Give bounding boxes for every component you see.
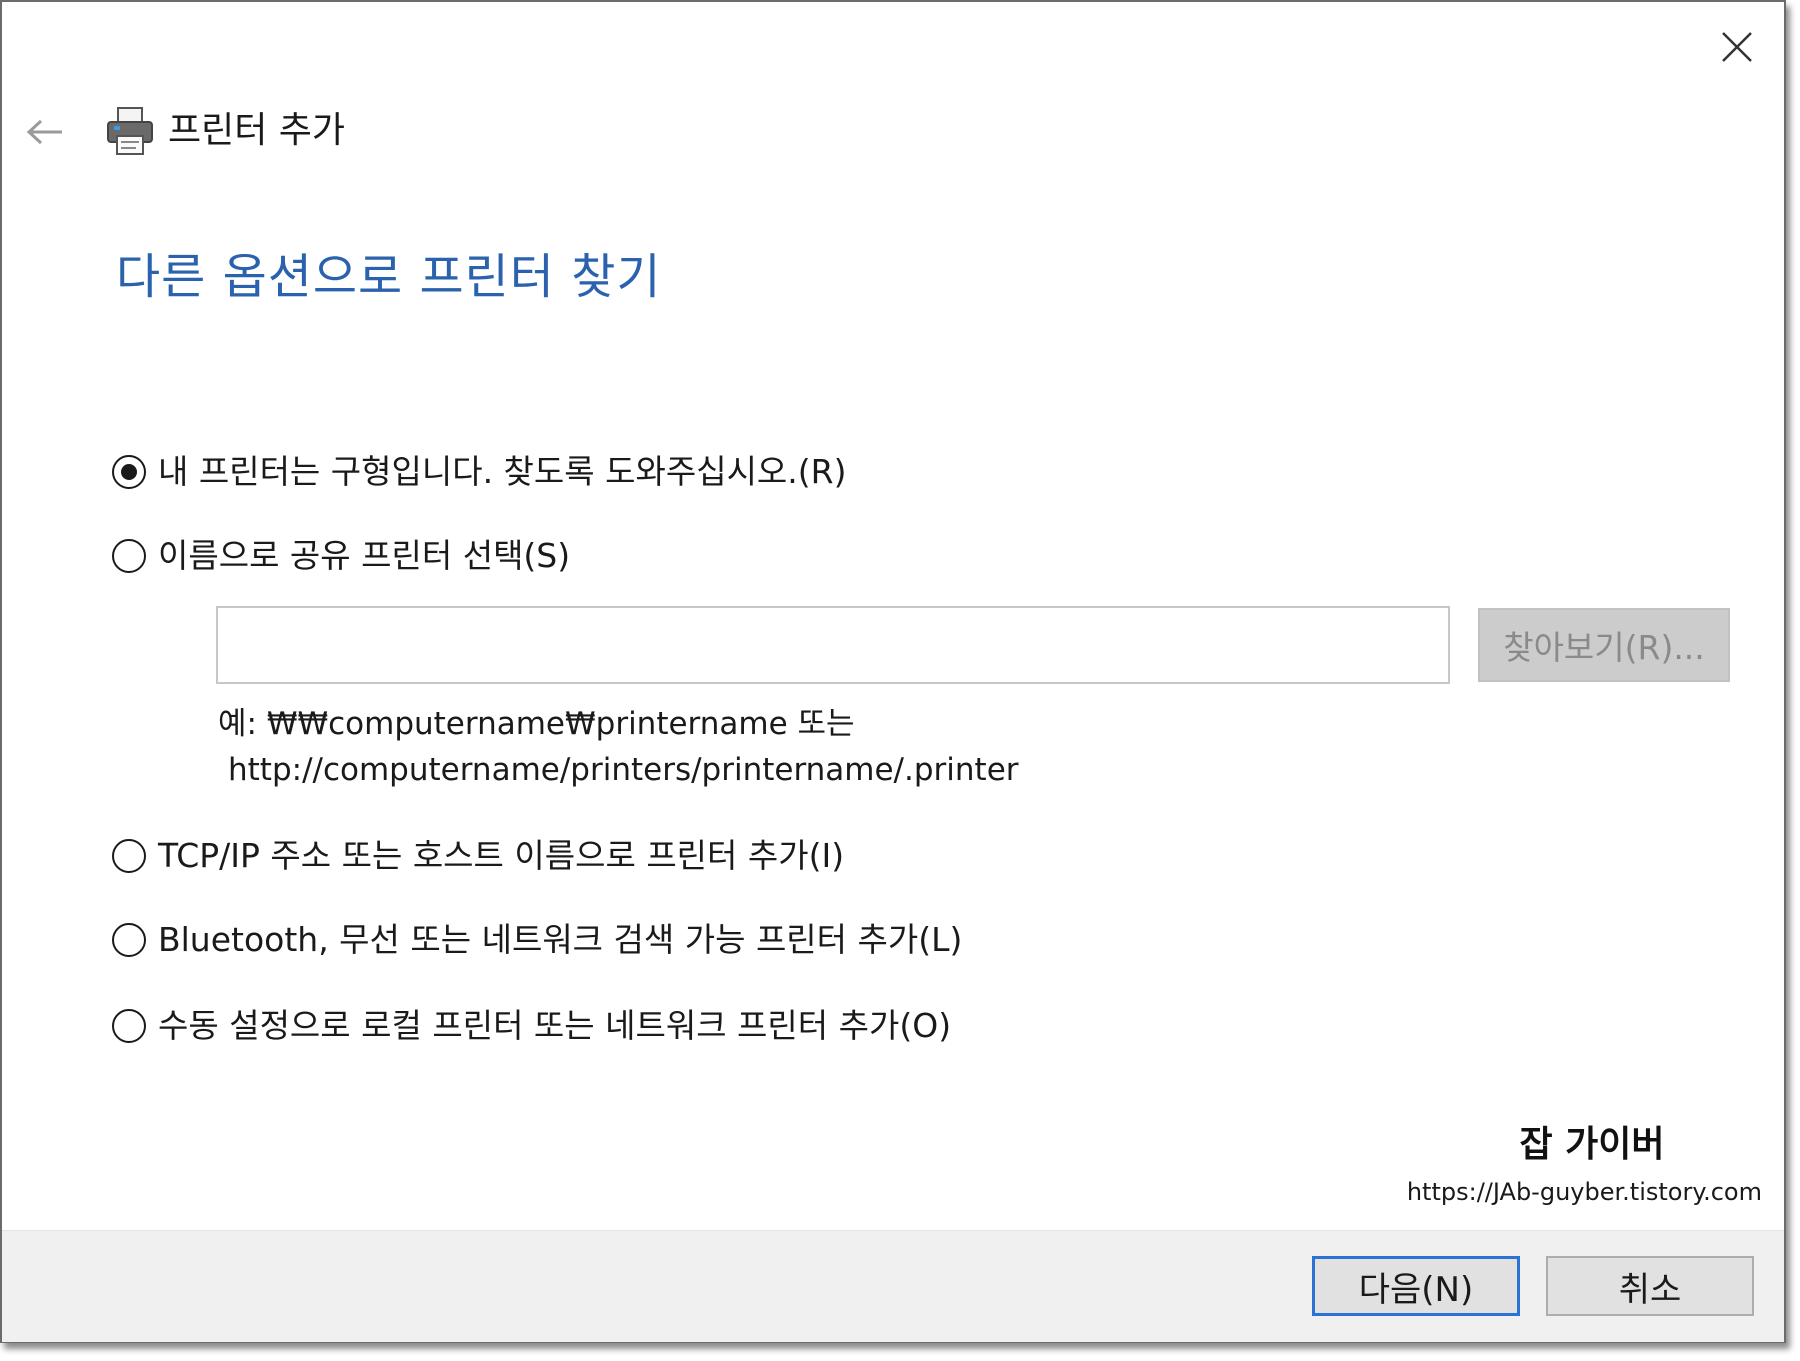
- option-label: Bluetooth, 무선 또는 네트워크 검색 가능 프린터 추가(L): [158, 920, 963, 959]
- back-button[interactable]: [20, 110, 70, 154]
- close-button[interactable]: [1712, 22, 1762, 72]
- option-label: 이름으로 공유 프린터 선택(S): [158, 536, 571, 575]
- watermark-url: https://JAb-guyber.tistory.com: [1406, 1178, 1762, 1206]
- radio-button[interactable]: [112, 539, 146, 573]
- browse-button[interactable]: 찾아보기(R)...: [1478, 608, 1730, 682]
- back-arrow-icon: [26, 119, 62, 145]
- option-label: 내 프린터는 구형입니다. 찾도록 도와주십시오.(R): [158, 452, 847, 491]
- option-tcpip-hostname[interactable]: TCP/IP 주소 또는 호스트 이름으로 프린터 추가(I): [112, 832, 844, 880]
- close-icon: [1722, 32, 1752, 62]
- hint-example-line2: http://computername/printers/printername…: [228, 752, 1019, 788]
- option-bluetooth-wireless-network[interactable]: Bluetooth, 무선 또는 네트워크 검색 가능 프린터 추가(L): [112, 916, 962, 964]
- printer-icon: [107, 107, 153, 155]
- page-heading: 다른 옵션으로 프린터 찾기: [116, 249, 662, 305]
- radio-button[interactable]: [112, 923, 146, 957]
- next-button[interactable]: 다음(N): [1312, 1256, 1520, 1316]
- watermark-title: 잡 가이버: [1519, 1124, 1665, 1165]
- option-shared-printer-by-name[interactable]: 이름으로 공유 프린터 선택(S): [112, 532, 570, 580]
- radio-button[interactable]: [112, 1009, 146, 1043]
- hint-example-line1: 예: ₩₩computername₩printername 또는: [218, 706, 855, 742]
- shared-printer-name-input[interactable]: [216, 606, 1450, 684]
- option-label: 수동 설정으로 로컬 프린터 또는 네트워크 프린터 추가(O): [158, 1006, 952, 1045]
- option-manual-local-printer[interactable]: 수동 설정으로 로컬 프린터 또는 네트워크 프린터 추가(O): [112, 1002, 951, 1050]
- window-title: 프린터 추가: [168, 110, 346, 151]
- option-older-printer[interactable]: 내 프린터는 구형입니다. 찾도록 도와주십시오.(R): [112, 448, 846, 496]
- cancel-button[interactable]: 취소: [1546, 1256, 1754, 1316]
- radio-button[interactable]: [112, 839, 146, 873]
- option-label: TCP/IP 주소 또는 호스트 이름으로 프린터 추가(I): [158, 836, 845, 875]
- radio-button-selected[interactable]: [112, 455, 146, 489]
- add-printer-dialog: 프린터 추가 다른 옵션으로 프린터 찾기 내 프린터는 구형입니다. 찾도록 …: [0, 0, 1786, 1343]
